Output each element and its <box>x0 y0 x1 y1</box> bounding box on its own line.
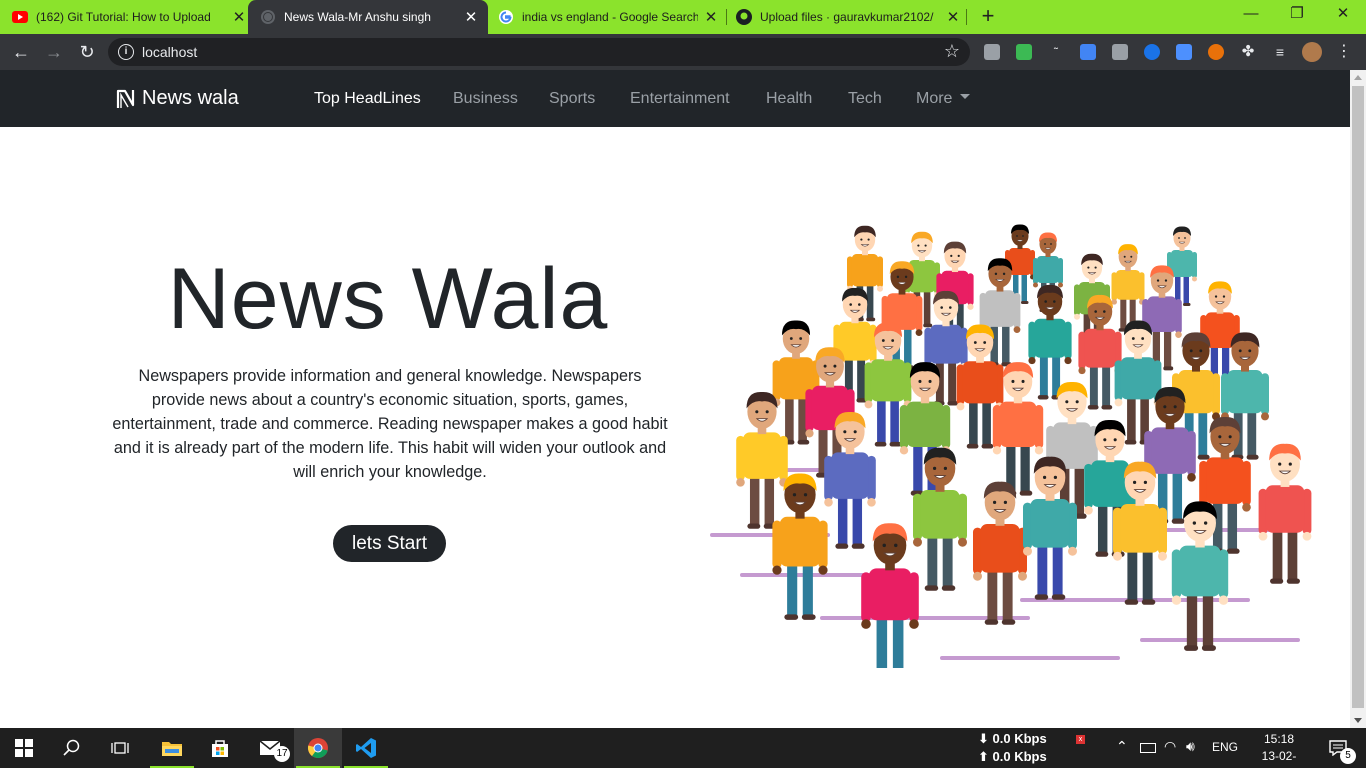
windows-start-icon[interactable] <box>0 728 48 768</box>
google-icon <box>498 9 514 25</box>
browser-tab-strip: (162) Git Tutorial: How to Upload ✕ News… <box>0 0 1366 34</box>
upload-speed: ⬆ 0.0 Kbps <box>978 749 1047 764</box>
nav-business[interactable]: Business <box>453 90 518 108</box>
app-tray-icon[interactable]: x <box>1076 735 1085 744</box>
globe-icon <box>260 9 276 25</box>
back-button[interactable]: ← <box>10 41 32 63</box>
nav-more-label: More <box>916 90 953 107</box>
hero-title: News Wala <box>167 251 609 347</box>
battery-icon[interactable] <box>1140 743 1156 753</box>
tab-title: (162) Git Tutorial: How to Upload <box>36 10 211 24</box>
scrollbar-thumb[interactable] <box>1352 86 1364 708</box>
file-explorer-icon[interactable] <box>148 728 196 768</box>
network-speed-meter: ⬇ 0.0 Kbps ⬆ 0.0 Kbps <box>978 730 1047 766</box>
page-scrollbar[interactable] <box>1350 70 1366 728</box>
notification-count-badge: 5 <box>1340 748 1356 764</box>
tab-google-search[interactable]: india vs england - Google Search ✕ <box>498 0 720 34</box>
media-control-icon[interactable]: ≡ <box>1272 44 1288 60</box>
tab-github-upload[interactable]: Upload files · gauravkumar2102/ ✕ <box>736 0 962 34</box>
new-tab-button[interactable]: + <box>978 5 998 29</box>
task-view-icon[interactable] <box>96 728 144 768</box>
address-bar[interactable]: i localhost ☆ <box>108 38 970 66</box>
url-text: localhost <box>142 44 198 60</box>
site-info-icon[interactable]: i <box>118 44 134 60</box>
volume-icon[interactable]: 🔊︎ <box>1186 738 1195 755</box>
close-icon[interactable]: ✕ <box>944 8 962 26</box>
nav-top-headlines[interactable]: Top HeadLines <box>314 90 421 108</box>
brand-link[interactable]: News wala <box>116 87 239 110</box>
site-navbar: News wala Top HeadLines Business Sports … <box>0 70 1350 127</box>
clock-date: 13-02-2021 <box>1261 749 1297 780</box>
tab-separator <box>726 9 727 25</box>
lets-start-button[interactable]: lets Start <box>333 525 446 562</box>
scroll-up-arrow-icon[interactable] <box>1354 75 1362 80</box>
close-icon[interactable]: ✕ <box>702 8 720 26</box>
extension-icon[interactable] <box>1176 44 1192 60</box>
crowd-illustration <box>710 224 1312 668</box>
vscode-icon[interactable] <box>342 728 390 768</box>
clock[interactable]: 15:18 13-02-2021 <box>1252 731 1306 782</box>
tab-title: Upload files · gauravkumar2102/ <box>760 10 934 24</box>
extension-icon[interactable] <box>1144 44 1160 60</box>
tab-news-wala[interactable]: News Wala-Mr Anshu singh ✕ <box>248 0 488 34</box>
show-hidden-icons-chevron-icon[interactable]: ⌃ <box>1116 738 1128 755</box>
bookmark-star-icon[interactable]: ☆ <box>944 41 960 62</box>
windows-taskbar: 17 ⬇ 0.0 Kbps ⬆ 0.0 Kbps x ⌃ ◠ 🔊︎ ENG 15… <box>0 728 1366 780</box>
restore-button[interactable]: ❐ <box>1274 0 1320 30</box>
youtube-icon <box>12 9 28 25</box>
extension-icon[interactable] <box>1208 44 1224 60</box>
tab-separator <box>966 9 967 25</box>
forward-button[interactable]: → <box>43 41 65 63</box>
notification-center-icon[interactable]: 5 <box>1318 728 1358 768</box>
brand-name: News wala <box>142 87 239 109</box>
caret-down-icon <box>960 94 971 100</box>
puzzle-extensions-icon[interactable]: ✤ <box>1240 44 1256 60</box>
reload-button[interactable]: ↻ <box>76 41 98 63</box>
translate-extension-icon[interactable] <box>1080 44 1096 60</box>
download-speed: ⬇ 0.0 Kbps <box>978 731 1047 746</box>
extension-icon[interactable] <box>1112 44 1128 60</box>
microsoft-store-icon[interactable] <box>196 728 244 768</box>
search-icon[interactable] <box>48 728 96 768</box>
browser-toolbar: ← → ↻ i localhost ☆ ˜ ✤ ≡ ⋮ <box>0 34 1366 70</box>
nav-more-dropdown[interactable]: More <box>916 90 971 108</box>
camera-extension-icon[interactable] <box>984 44 1000 60</box>
chrome-icon[interactable] <box>294 728 342 768</box>
avatar[interactable] <box>1302 42 1322 62</box>
news-logo-icon <box>116 89 135 108</box>
minimize-button[interactable]: — <box>1228 0 1274 30</box>
nav-sports[interactable]: Sports <box>549 90 595 108</box>
clock-time: 15:18 <box>1263 732 1295 746</box>
tab-title: india vs england - Google Search <box>522 10 698 24</box>
tab-title: News Wala-Mr Anshu singh <box>284 10 431 24</box>
tab-git-tutorial[interactable]: (162) Git Tutorial: How to Upload ✕ <box>12 0 248 34</box>
mail-icon[interactable]: 17 <box>246 728 294 768</box>
nav-health[interactable]: Health <box>766 90 812 108</box>
extension-icon[interactable] <box>1016 44 1032 60</box>
nav-tech[interactable]: Tech <box>848 90 882 108</box>
hero-description: Newspapers provide information and gener… <box>112 367 668 481</box>
language-indicator[interactable]: ENG <box>1212 740 1238 754</box>
github-icon <box>736 9 752 25</box>
wifi-icon[interactable]: ◠ <box>1164 738 1176 755</box>
close-window-button[interactable]: ✕ <box>1320 0 1366 30</box>
mail-count-badge: 17 <box>274 746 290 762</box>
kebab-menu-icon[interactable]: ⋮ <box>1336 44 1352 60</box>
nav-entertainment[interactable]: Entertainment <box>630 90 730 108</box>
close-icon[interactable]: ✕ <box>462 8 480 26</box>
extension-icon[interactable]: ˜ <box>1048 44 1064 60</box>
close-icon[interactable]: ✕ <box>230 8 248 26</box>
scroll-down-arrow-icon[interactable] <box>1354 718 1362 723</box>
